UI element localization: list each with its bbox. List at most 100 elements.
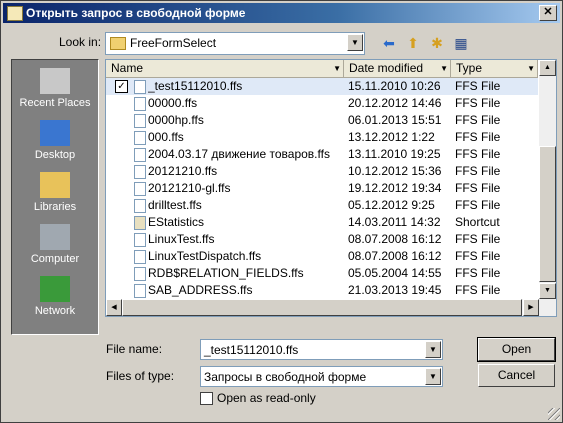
resize-grip[interactable] — [548, 408, 560, 420]
vertical-scrollbar[interactable]: ▲ ▼ — [539, 60, 556, 299]
file-type: FFS File — [455, 79, 501, 93]
file-type: FFS File — [455, 266, 501, 280]
look-in-combobox[interactable]: FreeFormSelect ▼ — [105, 32, 365, 55]
open-button[interactable]: Open — [477, 337, 556, 362]
place-label: Computer — [30, 253, 80, 265]
look-in-value: FreeFormSelect — [130, 36, 217, 50]
file-date: 13.11.2010 19:25 — [348, 147, 441, 161]
file-type: FFS File — [455, 164, 501, 178]
file-list[interactable]: Name ▼ Date modified ▼ Type ▼ ✓ _test1511… — [105, 59, 557, 317]
file-name-label: File name: — [106, 342, 163, 356]
file-row[interactable]: 000.ffs 13.12.2012 1:22 FFS File — [106, 129, 538, 146]
chevron-down-icon[interactable]: ▼ — [347, 34, 363, 51]
file-type: FFS File — [455, 232, 501, 246]
file-row[interactable]: RDB$RELATION_FIELDS.ffs 05.05.2004 14:55 F… — [106, 265, 538, 282]
vertical-scroll-thumb[interactable] — [539, 146, 556, 282]
place-computer[interactable]: Computer — [12, 224, 98, 265]
file-type-label: Files of type: — [106, 369, 175, 383]
file-row[interactable]: ✓ _test15112010.ffs 15.11.2010 10:26 FFS Fi… — [106, 78, 538, 95]
file-icon — [134, 97, 146, 111]
file-type-select[interactable]: Запросы в свободной форме ▼ — [200, 366, 443, 387]
chevron-down-icon[interactable]: ▼ — [425, 341, 441, 358]
read-only-checkbox[interactable] — [200, 392, 213, 405]
file-row[interactable]: 20121210.ffs 10.12.2012 15:36 FFS File — [106, 163, 538, 180]
file-date: 06.01.2013 15:51 — [348, 113, 442, 127]
place-network[interactable]: Network — [12, 276, 98, 317]
title-bar[interactable]: Открыть запрос в свободной форме ✕ — [3, 3, 560, 23]
file-name: 20121210.ffs — [148, 164, 218, 178]
horizontal-scroll-thumb[interactable] — [122, 299, 522, 316]
file-row[interactable]: 0000hp.ffs 06.01.2013 15:51 FFS File — [106, 112, 538, 129]
file-row[interactable]: LinuxTestDispatch.ffs 08.07.2008 16:12 FFS… — [106, 248, 538, 265]
file-date: 05.05.2004 14:55 — [348, 266, 442, 280]
horizontal-scrollbar[interactable]: ◀ ▶ — [106, 299, 556, 316]
file-type: FFS File — [455, 283, 501, 297]
file-name-value[interactable]: _test15112010.ffs — [204, 343, 298, 357]
place-label: Network — [34, 305, 76, 317]
checkbox-icon[interactable]: ✓ — [115, 80, 128, 93]
chevron-down-icon[interactable]: ▼ — [440, 60, 448, 77]
place-label: Libraries — [33, 201, 77, 213]
file-name-field[interactable]: _test15112010.ffs ▼ — [200, 339, 443, 360]
places-bar: Recent Places Desktop Libraries Computer Net… — [11, 59, 99, 335]
file-name: _test15112010.ffs — [148, 79, 243, 93]
place-recent-places[interactable]: Recent Places — [12, 68, 98, 109]
folder-icon — [110, 37, 126, 50]
file-type-value: Запросы в свободной форме — [204, 370, 367, 384]
file-type: FFS File — [455, 198, 501, 212]
file-row[interactable]: EStatistics 14.03.2011 14:32 Shortcut — [106, 214, 538, 231]
look-in-label: Look in: — [59, 35, 102, 49]
place-desktop[interactable]: Desktop — [12, 120, 98, 161]
file-row[interactable]: 20121210-gl.ffs 19.12.2012 19:34 FFS File — [106, 180, 538, 197]
file-row[interactable]: drilltest.ffs 05.12.2012 9:25 FFS File — [106, 197, 538, 214]
cancel-button[interactable]: Cancel — [478, 364, 555, 387]
file-name: LinuxTest.ffs — [148, 232, 215, 246]
desktop-icon — [40, 120, 70, 146]
file-type: FFS File — [455, 181, 501, 195]
scroll-right-button[interactable]: ▶ — [523, 299, 539, 316]
chevron-down-icon[interactable]: ▼ — [527, 60, 535, 77]
file-date: 05.12.2012 9:25 — [348, 198, 435, 212]
file-name: 00000.ffs — [148, 96, 198, 110]
file-date: 14.03.2011 14:32 — [348, 215, 441, 229]
file-row[interactable]: LinuxTest.ffs 08.07.2008 16:12 FFS File — [106, 231, 538, 248]
file-name: RDB$RELATION_FIELDS.ffs — [148, 266, 304, 280]
place-libraries[interactable]: Libraries — [12, 172, 98, 213]
network-icon — [40, 276, 70, 302]
file-name: LinuxTestDispatch.ffs — [148, 249, 262, 263]
file-name: 20121210-gl.ffs — [148, 181, 231, 195]
column-header-type-label: Type — [456, 61, 483, 75]
file-name: EStatistics — [148, 215, 205, 229]
place-label: Recent Places — [19, 97, 91, 109]
column-header-date[interactable]: Date modified ▼ — [344, 60, 451, 77]
recent-places-icon — [40, 68, 70, 94]
place-label: Desktop — [34, 149, 76, 161]
file-date: 08.07.2008 16:12 — [348, 232, 442, 246]
close-button[interactable]: ✕ — [539, 5, 557, 21]
file-icon — [134, 267, 146, 281]
scroll-down-button[interactable]: ▼ — [539, 283, 556, 299]
scroll-left-button[interactable]: ◀ — [106, 299, 122, 316]
up-folder-icon[interactable]: ⬆ — [403, 33, 423, 53]
new-folder-icon[interactable]: ✱ — [427, 33, 447, 53]
file-row[interactable]: SAB_ADDRESS.ffs 21.03.2013 19:45 FFS File — [106, 282, 538, 299]
file-icon — [134, 131, 146, 145]
file-icon — [134, 80, 146, 94]
chevron-down-icon[interactable]: ▼ — [333, 60, 341, 77]
chevron-down-icon[interactable]: ▼ — [425, 368, 441, 385]
file-row[interactable]: 2004.03.17 движение товаров.ffs 13.11.201… — [106, 146, 538, 163]
column-header-name[interactable]: Name ▼ — [106, 60, 344, 77]
file-icon — [134, 199, 146, 213]
view-menu-icon[interactable]: ▦ — [451, 33, 471, 53]
file-date: 13.12.2012 1:22 — [348, 130, 435, 144]
back-icon[interactable]: ⬅ — [379, 33, 399, 53]
file-row[interactable]: 00000.ffs 20.12.2012 14:46 FFS File — [106, 95, 538, 112]
file-icon — [134, 250, 146, 264]
column-header-row: Name ▼ Date modified ▼ Type ▼ — [106, 60, 538, 78]
file-name: 0000hp.ffs — [148, 113, 204, 127]
file-type: FFS File — [455, 147, 501, 161]
file-type: FFS File — [455, 249, 501, 263]
libraries-icon — [40, 172, 70, 198]
scroll-up-button[interactable]: ▲ — [539, 60, 556, 76]
column-header-type[interactable]: Type ▼ — [451, 60, 538, 77]
